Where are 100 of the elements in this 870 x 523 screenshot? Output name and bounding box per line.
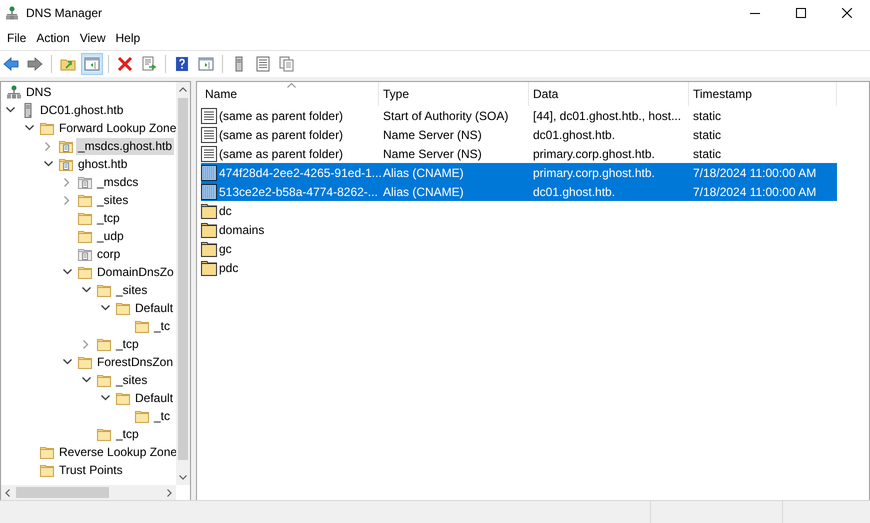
vertical-scrollbar[interactable] bbox=[176, 82, 190, 485]
folder-icon bbox=[78, 228, 92, 244]
data-cell: primary.corp.ghost.htb. bbox=[533, 166, 655, 180]
data-cell: [44], dc01.ghost.htb., host... bbox=[533, 108, 682, 122]
tree-item[interactable]: Default bbox=[133, 300, 176, 316]
horizontal-scrollbar[interactable] bbox=[1, 485, 176, 500]
timestamp-cell: static bbox=[693, 108, 722, 122]
maximize-icon bbox=[796, 8, 806, 18]
folder-icon bbox=[201, 260, 217, 276]
record-icon bbox=[201, 164, 217, 180]
column-header[interactable]: Timestamp bbox=[689, 82, 837, 106]
menu-item[interactable]: File bbox=[2, 29, 32, 47]
help-icon bbox=[174, 56, 190, 72]
folder-icon bbox=[116, 390, 130, 406]
chevron-down-icon[interactable] bbox=[82, 287, 90, 293]
type-cell: Alias (CNAME) bbox=[383, 166, 464, 180]
timestamp-cell: 7/18/2024 11:00:00 AM bbox=[693, 166, 816, 180]
tree-item[interactable]: ghost.htb bbox=[76, 156, 130, 172]
folder-icon bbox=[116, 300, 130, 316]
chevron-down-icon[interactable] bbox=[82, 377, 90, 383]
tree-item[interactable]: Default bbox=[133, 390, 176, 406]
folder-icon bbox=[97, 372, 111, 388]
folder-icon bbox=[40, 444, 54, 460]
tree-item[interactable]: _tc bbox=[152, 318, 172, 334]
type-cell: Alias (CNAME) bbox=[383, 184, 464, 198]
folder-icon bbox=[78, 354, 92, 370]
chevron-down-icon[interactable] bbox=[24, 125, 34, 131]
name-cell-text: gc bbox=[219, 240, 232, 258]
column-header[interactable]: Type bbox=[379, 82, 529, 106]
tree-item[interactable]: _sites bbox=[114, 282, 150, 298]
zone-folder-icon bbox=[59, 156, 73, 172]
tree-item[interactable]: _tc bbox=[152, 408, 172, 424]
column-header[interactable]: Data bbox=[529, 82, 689, 106]
network-icon bbox=[6, 6, 18, 20]
scrollbar-thumb[interactable] bbox=[178, 98, 188, 460]
copy-icon bbox=[279, 56, 295, 72]
tree-item[interactable]: _sites bbox=[114, 372, 150, 388]
back-arrow-icon bbox=[3, 56, 19, 72]
list-row[interactable]: 513ce2e2-b58a-4774-8262-... Alias (CNAME) dc01.ghost.htb. 7/18/2024 11:00:00 AM bbox=[201, 182, 837, 201]
name-cell-text: pdc bbox=[219, 260, 238, 276]
tree-item[interactable]: _tcp bbox=[114, 426, 141, 442]
toolbar-button[interactable] bbox=[81, 53, 103, 75]
scrollbar-thumb[interactable] bbox=[16, 487, 109, 498]
name-cell-text: 474f28d4-2ee2-4265-91ed-1... bbox=[219, 164, 382, 182]
tree-item[interactable]: Forward Lookup Zone bbox=[57, 120, 176, 136]
list-icon bbox=[255, 56, 271, 72]
chevron-down-icon[interactable] bbox=[6, 107, 14, 113]
record-icon bbox=[201, 184, 217, 200]
network-icon bbox=[7, 84, 21, 100]
zone-folder-icon bbox=[59, 138, 73, 154]
forward-arrow-icon bbox=[27, 56, 43, 72]
menu-item[interactable]: View bbox=[74, 29, 110, 47]
column-header[interactable]: Name bbox=[201, 82, 379, 106]
tree-item[interactable]: _tcp bbox=[114, 336, 141, 352]
tree-item[interactable]: DNS bbox=[24, 84, 54, 100]
menu-item[interactable]: Action bbox=[31, 29, 75, 47]
chevron-down-icon[interactable] bbox=[100, 395, 110, 401]
record-icon bbox=[201, 126, 217, 142]
delete-icon bbox=[117, 56, 133, 72]
record-icon bbox=[201, 108, 217, 124]
chevron-down-icon[interactable] bbox=[44, 161, 52, 167]
tree-item[interactable]: DC01.ghost.htb bbox=[38, 102, 126, 118]
tree-item[interactable]: _msdcs bbox=[95, 174, 140, 190]
delegation-folder-icon bbox=[78, 246, 92, 262]
tree-item[interactable]: _tcp bbox=[95, 210, 122, 226]
folder-icon bbox=[78, 210, 92, 226]
close-icon bbox=[842, 8, 852, 18]
name-cell-text: dc bbox=[219, 202, 232, 220]
data-cell: dc01.ghost.htb. bbox=[533, 184, 616, 198]
list-row[interactable]: gc bbox=[201, 239, 837, 258]
list-row[interactable]: dc bbox=[201, 201, 837, 220]
chevron-right-icon[interactable] bbox=[64, 178, 70, 186]
folder-icon bbox=[135, 408, 149, 424]
tree-item[interactable]: DomainDnsZo bbox=[95, 264, 176, 280]
type-cell: Start of Authority (SOA) bbox=[383, 108, 508, 122]
list-row[interactable]: pdc bbox=[201, 258, 837, 277]
list-row[interactable]: domains bbox=[201, 220, 837, 239]
tree-item[interactable]: _msdcs.ghost.htb bbox=[76, 138, 174, 154]
timestamp-cell: 7/18/2024 11:00:00 AM bbox=[693, 184, 816, 198]
console-tree-icon bbox=[84, 56, 100, 72]
list-row[interactable]: (same as parent folder) Name Server (NS) dc01.ghost.htb. static bbox=[201, 125, 837, 144]
minimize-icon bbox=[750, 12, 760, 14]
tree-item[interactable]: _sites bbox=[95, 192, 130, 208]
list-row[interactable]: (same as parent folder) Name Server (NS) primary.corp.ghost.htb. static bbox=[201, 144, 837, 163]
tree-item[interactable]: corp bbox=[95, 246, 122, 262]
chevron-right-icon[interactable] bbox=[64, 196, 70, 204]
name-cell-text: (same as parent folder) bbox=[219, 108, 344, 124]
menu-item[interactable]: Help bbox=[110, 29, 146, 47]
data-cell: primary.corp.ghost.htb. bbox=[533, 146, 655, 160]
tree-item[interactable]: Trust Points bbox=[57, 462, 125, 478]
folder-icon bbox=[78, 264, 92, 280]
chevron-right-icon[interactable] bbox=[45, 142, 51, 150]
chevron-down-icon[interactable] bbox=[62, 269, 72, 275]
chevron-down-icon[interactable] bbox=[62, 359, 72, 365]
tree-item[interactable]: _udp bbox=[95, 228, 126, 244]
tree-item[interactable]: ForestDnsZon bbox=[95, 354, 176, 370]
chevron-right-icon[interactable] bbox=[83, 340, 89, 348]
list-row[interactable]: (same as parent folder) Start of Authority (SOA) [44], dc01.ghost.htb., host... static bbox=[201, 106, 837, 125]
list-row[interactable]: 474f28d4-2ee2-4265-91ed-1...Alias (CNAME) primary.corp.ghost.htb. 7/18/2024 11:00:00 AM bbox=[201, 163, 837, 182]
chevron-down-icon[interactable] bbox=[100, 305, 110, 311]
